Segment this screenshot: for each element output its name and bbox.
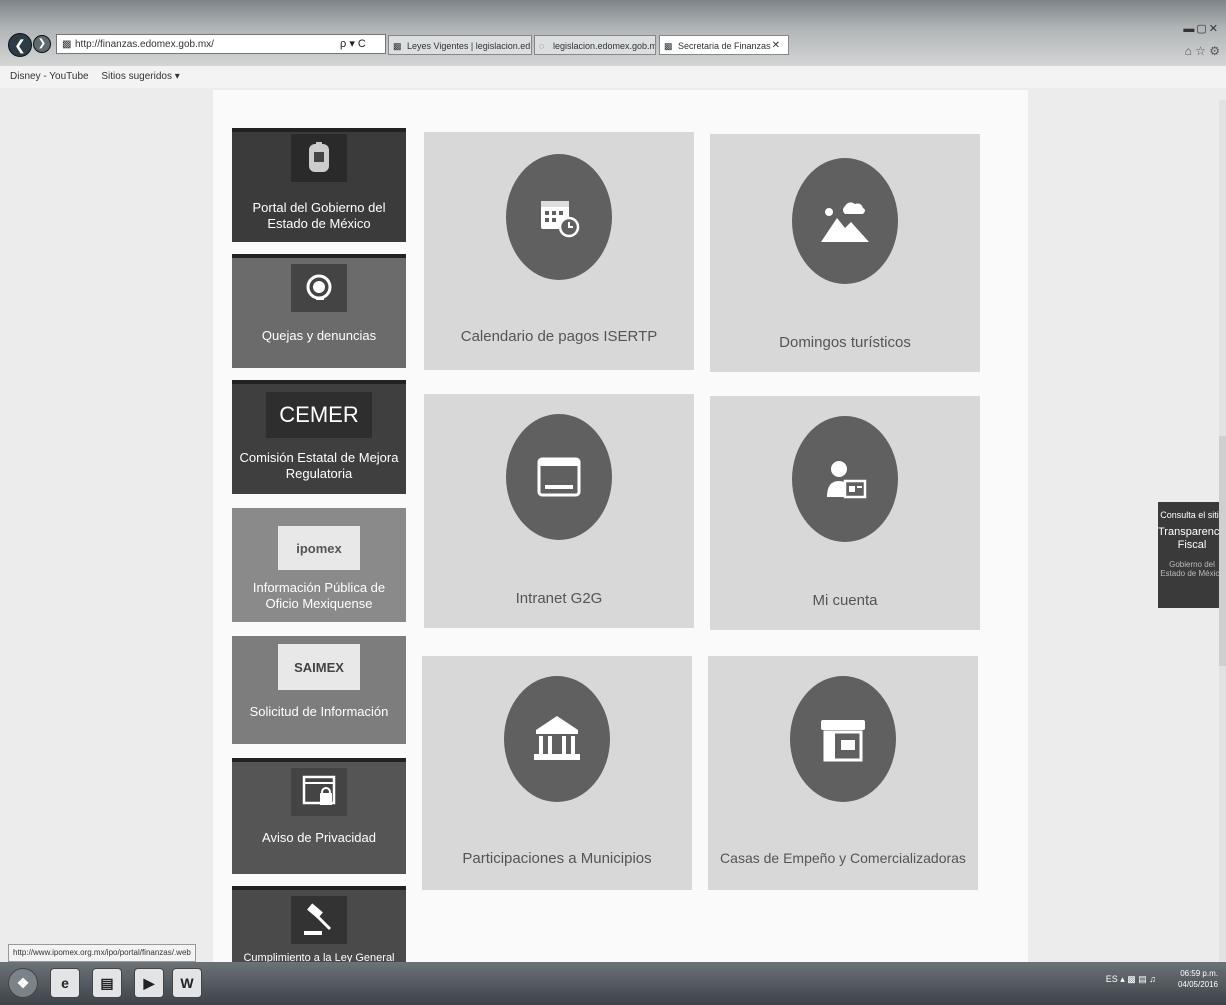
clock-date: 04/05/2016 xyxy=(1177,980,1218,989)
tile-participaciones-municipios[interactable]: Participaciones a Municipios xyxy=(422,656,692,890)
address-bar[interactable]: ▩ http://finanzas.edomex.gob.mx/ xyxy=(56,34,386,54)
side-tab-title: Transparencia Fiscal xyxy=(1158,526,1226,551)
sidebar-item-cemer[interactable]: CEMER Comisión Estatal de Mejora Regulat… xyxy=(232,380,406,494)
side-tab-line3: Gobierno del Estado de México xyxy=(1160,560,1224,578)
tile-label: Domingos turísticos xyxy=(779,334,911,351)
media-taskbar-icon[interactable]: ▶ xyxy=(134,968,164,998)
sidebar-item-saimex[interactable]: SAIMEX Solicitud de Información xyxy=(232,636,406,744)
sidebar-item-quejas[interactable]: Quejas y denuncias xyxy=(232,254,406,368)
browser-window-icon xyxy=(506,414,612,540)
favorite-disney[interactable]: Disney - YouTube xyxy=(10,71,89,82)
close-icon[interactable]: ✕ xyxy=(772,36,780,54)
tile-domingos-turisticos[interactable]: Domingos turísticos xyxy=(710,134,980,372)
sidebar-item-label: Portal del Gobierno del Estado de México xyxy=(252,200,386,231)
address-text: http://finanzas.edomex.gob.mx/ xyxy=(75,39,214,50)
window-controls[interactable]: ▬▢✕ xyxy=(1183,22,1220,35)
back-button[interactable]: ❮ xyxy=(8,33,32,57)
status-bar-url: http://www.ipomex.org.mx/ipo/portal/fina… xyxy=(8,944,196,962)
page-icon: ▩ xyxy=(393,41,402,51)
tile-label: Mi cuenta xyxy=(812,592,878,609)
browser-toolbar: ❮ ❯ ▩ http://finanzas.edomex.gob.mx/ ρ ▾… xyxy=(0,0,1226,66)
start-button[interactable]: ❖ xyxy=(8,968,38,998)
tile-label: Calendario de pagos ISERTP xyxy=(460,328,658,345)
transparencia-fiscal-tab[interactable]: Consulta el sitio Transparencia Fiscal G… xyxy=(1158,502,1226,608)
headset-icon xyxy=(291,264,347,312)
sidebar-item-label: Cumplimiento a la Ley General xyxy=(243,952,395,962)
sidebar-item-aviso-privacidad[interactable]: Aviso de Privacidad xyxy=(232,758,406,874)
tile-label: Casas de Empeño y Comercializadoras xyxy=(720,850,966,866)
scrollbar-thumb[interactable] xyxy=(1219,436,1226,666)
tray-language[interactable]: ES ▴ ▩ ▤ ♫ xyxy=(1106,974,1156,985)
tile-casas-empeno[interactable]: Casas de Empeño y Comercializadoras xyxy=(708,656,978,890)
state-seal-icon xyxy=(291,134,347,182)
page-icon: ▩ xyxy=(62,39,72,50)
tab-leyes[interactable]: ▩ Leyes Vigentes | legislacion.ed... xyxy=(388,35,532,55)
sidebar-item-label: Solicitud de Información xyxy=(249,704,389,719)
storefront-icon xyxy=(790,676,896,802)
side-tab-line1: Consulta el sitio xyxy=(1160,510,1224,520)
sidebar-item-ipomex[interactable]: ipomex Información Pública de Oficio Mex… xyxy=(232,508,406,622)
privacy-lock-icon xyxy=(291,768,347,816)
word-taskbar-icon[interactable]: W xyxy=(172,968,202,998)
page-icon: ▩ xyxy=(664,41,673,51)
tile-label: Participaciones a Municipios xyxy=(462,850,652,867)
cemer-logo: CEMER xyxy=(266,392,372,438)
tab-finanzas[interactable]: ▩ Secretaria de Finanzas ✕ xyxy=(659,35,789,55)
forward-button[interactable]: ❯ xyxy=(33,35,51,53)
tray-clock[interactable]: 06:59 p.m. 04/05/2016 xyxy=(1178,968,1218,990)
tile-calendario-isertp[interactable]: Calendario de pagos ISERTP xyxy=(424,132,694,370)
tile-label: Intranet G2G xyxy=(515,590,603,607)
favorite-sugeridos[interactable]: Sitios sugeridos ▾ xyxy=(101,71,179,82)
explorer-taskbar-icon[interactable]: ▤ xyxy=(92,968,122,998)
search-refresh-icons[interactable]: ρ ▾ C xyxy=(340,34,366,54)
sidebar-item-label: Aviso de Privacidad xyxy=(262,830,376,845)
ipomex-logo: ipomex xyxy=(278,526,360,570)
clock-time: 06:59 p.m. xyxy=(1180,969,1218,978)
ie-taskbar-icon[interactable]: e xyxy=(50,968,80,998)
kiosk-icon xyxy=(504,676,610,802)
taskbar: ❖ e ▤ ▶ W ES ▴ ▩ ▤ ♫ 06:59 p.m. 04/05/20… xyxy=(0,962,1226,1005)
scrollbar[interactable] xyxy=(1219,100,1226,962)
sidebar-item-label: Quejas y denuncias xyxy=(261,328,377,343)
sidebar-item-label: Información Pública de Oficio Mexiquense xyxy=(252,580,386,611)
tile-intranet-g2g[interactable]: Intranet G2G xyxy=(424,394,694,628)
sidebar-item-cumplimiento[interactable]: Cumplimiento a la Ley General xyxy=(232,886,406,962)
sidebar-item-label: Comisión Estatal de Mejora Regulatoria xyxy=(239,450,399,481)
home-star-gear-icons[interactable]: ⌂ ☆ ⚙ xyxy=(1185,44,1220,58)
tile-mi-cuenta[interactable]: Mi cuenta xyxy=(710,396,980,630)
user-card-icon xyxy=(792,416,898,542)
favorites-bar: Disney - YouTube Sitios sugeridos ▾ xyxy=(0,66,1226,89)
loading-icon: ◌ xyxy=(539,41,545,51)
gavel-icon xyxy=(291,896,347,944)
saimex-logo: SAIMEX xyxy=(278,644,360,690)
calendar-clock-icon xyxy=(506,154,612,280)
tab-legislacion[interactable]: ◌ legislacion.edomex.gob.mx xyxy=(534,35,656,55)
landscape-icon xyxy=(792,158,898,284)
sidebar-item-portal-gobierno[interactable]: Portal del Gobierno del Estado de México xyxy=(232,128,406,242)
